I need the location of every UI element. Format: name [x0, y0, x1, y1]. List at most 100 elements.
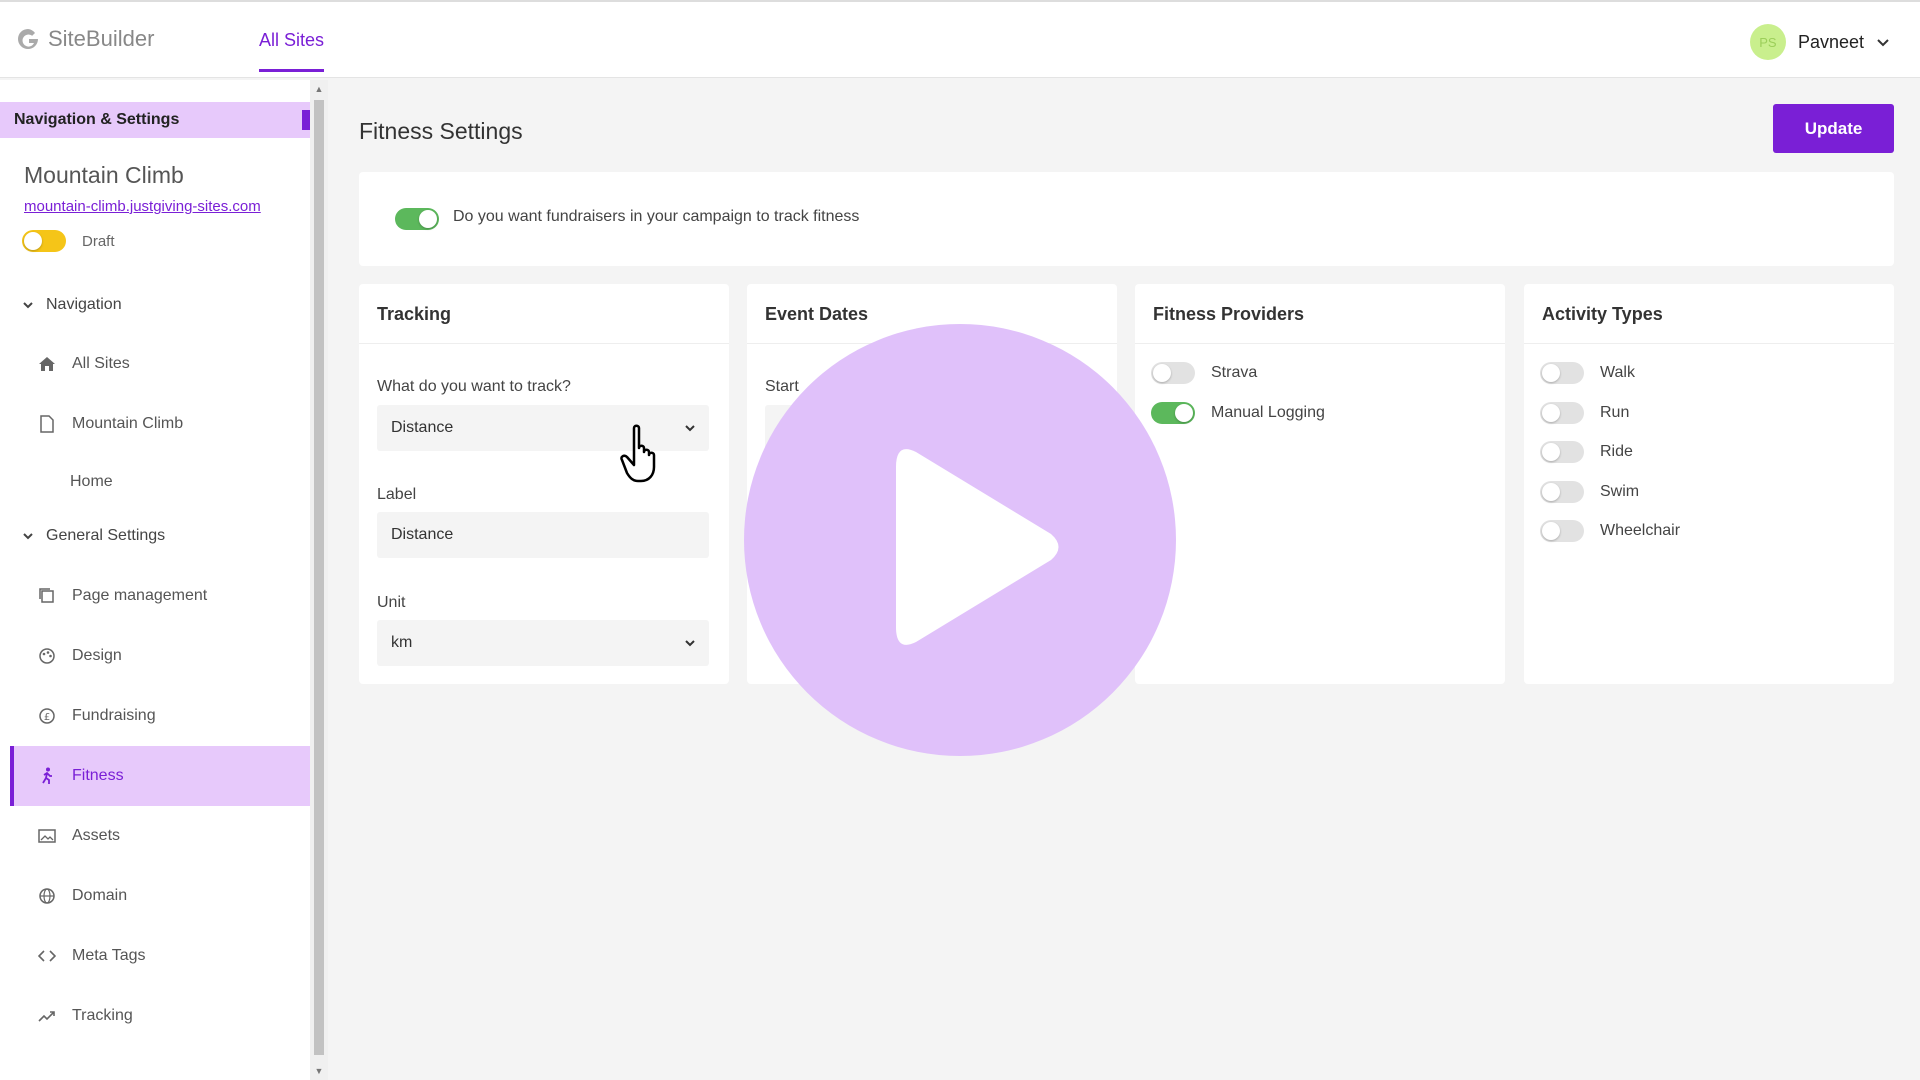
trend-icon — [38, 1007, 56, 1025]
sidebar-item-label: Fundraising — [72, 707, 156, 724]
draft-toggle[interactable] — [22, 230, 66, 252]
chevron-down-icon — [1877, 39, 1889, 47]
avatar: PS — [1749, 24, 1786, 60]
sidebar-item-domain[interactable]: Domain — [10, 866, 310, 926]
sidebar-item-page-management[interactable]: Page management — [10, 566, 310, 626]
pages-icon — [38, 587, 56, 605]
manual-logging-toggle[interactable] — [1151, 402, 1195, 424]
sidebar-item-fitness[interactable]: Fitness — [10, 746, 310, 806]
toggle-knob — [1542, 443, 1560, 461]
activity-label: Wheelchair — [1600, 522, 1681, 539]
sidebar-item-label: All Sites — [72, 355, 130, 372]
track-what-value: Distance — [391, 419, 454, 436]
image-icon — [38, 827, 56, 845]
svg-text:£: £ — [44, 712, 50, 723]
activity-row-wheelchair: Wheelchair — [1540, 520, 1680, 542]
sidebar-item-label: Tracking — [72, 1007, 133, 1024]
toggle-knob — [1175, 404, 1193, 422]
sidebar-item-label: Domain — [72, 887, 128, 904]
scroll-up-arrow-icon[interactable]: ▲ — [314, 84, 324, 94]
sidebar-header: Navigation & Settings — [0, 102, 310, 138]
sidebar-item-mountain-climb[interactable]: Mountain Climb — [10, 394, 310, 454]
play-icon — [896, 449, 1059, 645]
chevron-down-icon — [685, 425, 695, 432]
activity-label: Swim — [1600, 483, 1640, 500]
site-name: Mountain Climb — [24, 162, 184, 188]
ride-toggle[interactable] — [1540, 441, 1584, 463]
chevron-down-icon — [685, 640, 695, 647]
home-icon — [38, 355, 56, 373]
chevron-down-icon — [23, 533, 33, 540]
run-toggle[interactable] — [1540, 402, 1584, 424]
site-url-link[interactable]: mountain-climb.justgiving-sites.com — [24, 198, 261, 215]
toggle-knob — [1542, 364, 1560, 382]
provider-row-manual-logging: Manual Logging — [1151, 402, 1325, 424]
sidebar-item-label: Assets — [72, 827, 121, 844]
fitness-providers-title: Fitness Providers — [1135, 284, 1505, 344]
tracking-title: Tracking — [359, 284, 729, 344]
scrollbar-thumb[interactable] — [314, 100, 324, 1055]
fitness-providers-card: Fitness Providers Strava Manual Logging — [1135, 284, 1505, 684]
toggle-knob — [1153, 364, 1171, 382]
sidebar-item-design[interactable]: Design — [10, 626, 310, 686]
fitness-tracking-card: Do you want fundraisers in your campaign… — [359, 172, 1894, 266]
chevron-down-icon — [23, 302, 33, 309]
hand-cursor-icon — [620, 424, 656, 483]
sidebar-item-fundraising[interactable]: £ Fundraising — [10, 686, 310, 746]
toggle-knob — [1542, 404, 1560, 422]
activity-row-swim: Swim — [1540, 481, 1639, 503]
activity-row-walk: Walk — [1540, 362, 1635, 384]
track-what-label: What do you want to track? — [377, 378, 571, 395]
activity-label: Ride — [1600, 443, 1633, 460]
provider-label: Manual Logging — [1211, 404, 1325, 421]
run-icon — [38, 767, 56, 785]
update-button[interactable]: Update — [1773, 104, 1894, 153]
sidebar-item-assets[interactable]: Assets — [10, 806, 310, 866]
app-name: SiteBuilder — [48, 26, 155, 51]
start-label: Start — [765, 378, 799, 395]
sidebar-item-meta-tags[interactable]: Meta Tags — [10, 926, 310, 986]
unit-select[interactable]: km — [377, 620, 709, 666]
sidebar-scrollbar[interactable]: ▲ ▼ — [310, 80, 328, 1080]
page-icon — [38, 415, 56, 433]
sidebar-item-label: Fitness — [72, 767, 124, 784]
tracking-card: Tracking What do you want to track? Dist… — [359, 284, 729, 684]
page-title: Fitness Settings — [359, 118, 523, 144]
track-fitness-toggle[interactable] — [395, 208, 439, 230]
top-bar: SiteBuilder All Sites PS Pavneet — [0, 0, 1920, 78]
activity-types-card: Activity Types Walk Run Ride Swim Wheelc… — [1524, 284, 1894, 684]
globe-icon — [38, 887, 56, 905]
sidebar-item-all-sites[interactable]: All Sites — [10, 334, 310, 394]
draft-label: Draft — [82, 232, 115, 250]
wheelchair-toggle[interactable] — [1540, 520, 1584, 542]
sidebar: Navigation & Settings Mountain Climb mou… — [0, 80, 310, 1080]
video-play-overlay[interactable] — [744, 324, 1176, 756]
activity-row-ride: Ride — [1540, 441, 1633, 463]
tab-all-sites[interactable]: All Sites — [259, 30, 325, 72]
code-icon — [38, 947, 56, 965]
general-settings-section-label: General Settings — [46, 527, 166, 544]
scroll-down-arrow-icon[interactable]: ▼ — [314, 1066, 324, 1076]
sidebar-header-label: Navigation & Settings — [14, 111, 180, 128]
sidebar-item-home[interactable]: Home — [10, 452, 310, 512]
toggle-knob — [419, 210, 437, 228]
activity-label: Walk — [1600, 364, 1635, 381]
toggle-knob — [1542, 483, 1560, 501]
sidebar-item-tracking[interactable]: Tracking — [10, 986, 310, 1046]
label-input[interactable]: Distance — [377, 512, 709, 558]
swim-toggle[interactable] — [1540, 481, 1584, 503]
sidebar-item-label: Design — [72, 647, 122, 664]
track-fitness-question: Do you want fundraisers in your campaign… — [453, 208, 860, 225]
provider-label: Strava — [1211, 364, 1258, 381]
general-settings-section-toggle[interactable]: General Settings — [22, 527, 165, 545]
sidebar-item-label: Mountain Climb — [72, 415, 184, 432]
walk-toggle[interactable] — [1540, 362, 1584, 384]
strava-toggle[interactable] — [1151, 362, 1195, 384]
label-input-value: Distance — [391, 526, 454, 543]
navigation-section-label: Navigation — [46, 296, 122, 313]
app-logo[interactable]: SiteBuilder — [16, 26, 154, 52]
user-menu[interactable]: PS Pavneet — [1749, 24, 1890, 60]
navigation-section-toggle[interactable]: Navigation — [22, 296, 122, 314]
unit-value: km — [391, 634, 413, 651]
palette-icon — [38, 647, 56, 665]
